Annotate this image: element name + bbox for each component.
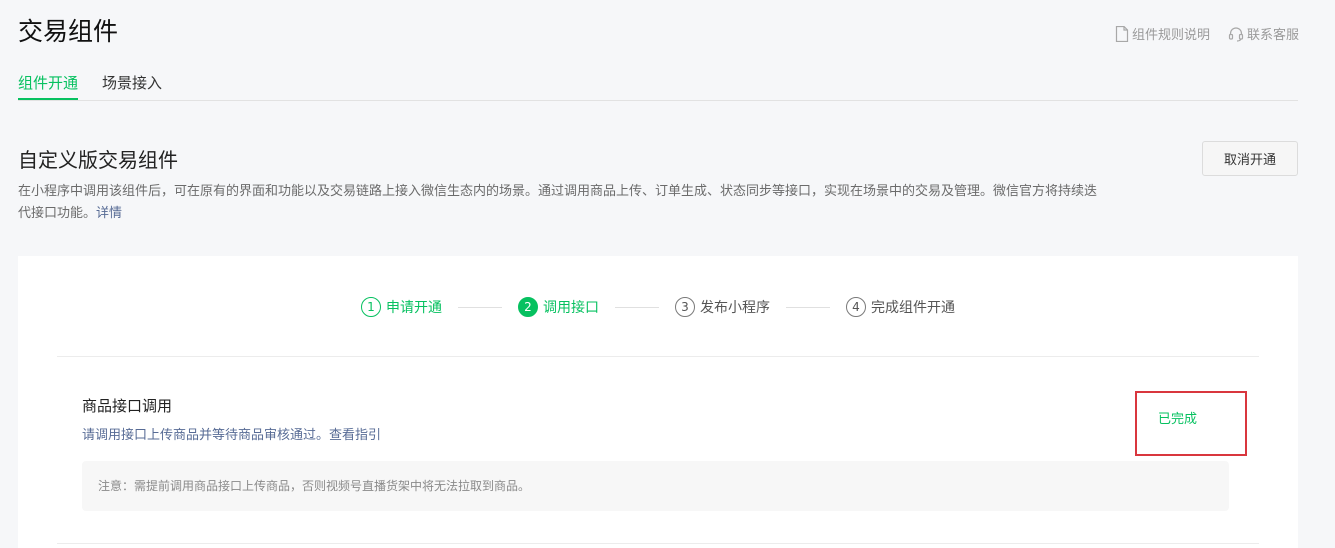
headset-icon <box>1228 26 1244 42</box>
step-connector <box>786 306 830 308</box>
step-number: 3 <box>675 297 695 317</box>
cancel-activation-button[interactable]: 取消开通 <box>1202 141 1298 176</box>
step-label: 调用接口 <box>543 300 599 316</box>
step-connector <box>615 306 659 308</box>
task-title: 商品接口调用 <box>82 397 173 415</box>
customer-service-link-label: 联系客服 <box>1246 28 1299 43</box>
task-description: 请调用接口上传商品并等待商品审核通过。查看指引 <box>82 424 381 443</box>
view-guide-link[interactable]: 查看指引 <box>329 428 381 443</box>
step-indicator: 1 申请开通 2 调用接口 3 发布小程序 4 完成组件开通 <box>18 296 1298 318</box>
step-publish: 3 发布小程序 <box>675 297 770 317</box>
rules-link-label: 组件规则说明 <box>1131 28 1210 43</box>
step-label: 申请开通 <box>386 300 442 316</box>
rules-link[interactable]: 组件规则说明 <box>1115 24 1210 43</box>
step-number: 2 <box>518 297 538 317</box>
detail-link[interactable]: 详情 <box>96 206 122 221</box>
step-label: 发布小程序 <box>700 300 770 316</box>
document-icon <box>1115 25 1129 42</box>
card-divider <box>57 356 1259 357</box>
step-number: 1 <box>361 297 381 317</box>
customer-service-link[interactable]: 联系客服 <box>1228 24 1299 43</box>
tab-component-activation[interactable]: 组件开通 <box>18 66 79 100</box>
step-connector <box>458 306 502 308</box>
step-number: 4 <box>846 297 866 317</box>
step-complete: 4 完成组件开通 <box>846 297 955 317</box>
progress-card: 1 申请开通 2 调用接口 3 发布小程序 4 完成组件开通 商品接口调用 请调… <box>18 256 1298 548</box>
page-title: 交易组件 <box>18 17 119 46</box>
step-call-api: 2 调用接口 <box>518 297 599 317</box>
notice-box: 注意：需提前调用商品接口上传商品，否则视频号直播货架中将无法拉取到商品。 <box>82 461 1229 511</box>
step-label: 完成组件开通 <box>871 300 955 316</box>
task-description-text: 请调用接口上传商品并等待商品审核通过。 <box>82 428 330 443</box>
section-description-text: 在小程序中调用该组件后，可在原有的界面和功能以及交易链路上接入微信生态内的场景。… <box>18 184 1098 221</box>
section-description: 在小程序中调用该组件后，可在原有的界面和功能以及交易链路上接入微信生态内的场景。… <box>18 181 1098 225</box>
highlight-annotation-box <box>1135 391 1247 456</box>
header-links: 组件规则说明 联系客服 <box>1115 24 1299 43</box>
section-title: 自定义版交易组件 <box>18 148 178 172</box>
tab-scene-access[interactable]: 场景接入 <box>102 66 162 100</box>
step-apply: 1 申请开通 <box>361 297 442 317</box>
tab-bar: 组件开通 场景接入 <box>18 66 1298 101</box>
card-bottom-divider <box>57 543 1259 544</box>
